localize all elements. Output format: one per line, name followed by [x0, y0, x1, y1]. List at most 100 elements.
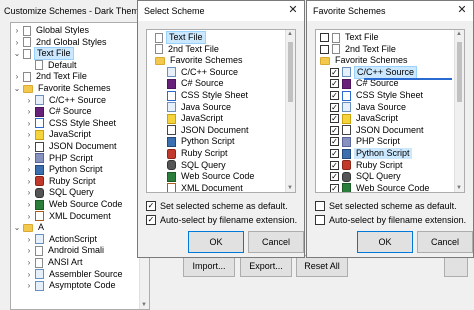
scroll-up-icon[interactable]: ▲: [456, 31, 462, 37]
list-item[interactable]: › Android Smali: [25, 245, 106, 256]
chevron-right-icon[interactable]: ›: [25, 95, 33, 106]
list-item[interactable]: › 2nd Text File: [13, 71, 89, 82]
checkbox-icon[interactable]: ✓: [330, 137, 339, 147]
list-item[interactable]: ⌄ A: [13, 222, 46, 233]
chevron-right-icon[interactable]: ›: [13, 37, 21, 48]
fav-cancel-button[interactable]: Cancel: [417, 231, 473, 253]
list-item[interactable]: XML Document: [167, 183, 245, 192]
list-item[interactable]: Favorite Schemes: [155, 55, 245, 66]
favorite-schemes-list[interactable]: Text File 2nd Text File Favorite Schemes ✓ C…: [315, 29, 465, 193]
list-item[interactable]: 2nd Text File: [320, 44, 398, 55]
reset-all-button[interactable]: Reset All: [296, 255, 348, 277]
chevron-right-icon[interactable]: ›: [25, 106, 33, 117]
checkbox-icon[interactable]: ✓: [330, 149, 339, 158]
list-item[interactable]: › Global Styles: [13, 25, 91, 36]
chevron-right-icon[interactable]: ›: [25, 257, 33, 268]
chevron-right-icon[interactable]: ›: [25, 269, 33, 280]
main-extra-button[interactable]: [444, 255, 468, 277]
select-default-checkbox[interactable]: ✓ Set selected scheme as default.: [146, 201, 288, 211]
close-icon[interactable]: ✕: [286, 3, 300, 17]
checkbox-icon[interactable]: ✓: [146, 215, 156, 225]
list-item[interactable]: › CSS Style Sheet: [25, 118, 118, 129]
import-button[interactable]: Import...: [183, 255, 235, 277]
list-item[interactable]: ✓ Web Source Code: [330, 183, 431, 192]
checkbox-icon[interactable]: ✓: [146, 201, 156, 211]
scroll-up-icon[interactable]: ▲: [287, 31, 293, 37]
chevron-down-icon[interactable]: ⌄: [13, 222, 21, 233]
list-item[interactable]: Python Script: [167, 136, 237, 147]
list-item[interactable]: ⌄ Favorite Schemes: [13, 83, 113, 94]
list-item[interactable]: › Ruby Script: [25, 176, 98, 187]
chevron-down-icon[interactable]: ⌄: [13, 48, 21, 59]
list-item[interactable]: C# Source: [167, 78, 226, 89]
list-item[interactable]: › C/C++ Source: [25, 95, 108, 106]
checkbox-icon[interactable]: ✓: [330, 102, 339, 112]
list-item[interactable]: ✓ PHP Script: [330, 136, 402, 147]
export-button[interactable]: Export...: [240, 255, 292, 277]
list-item[interactable]: › XML Document: [25, 211, 113, 222]
list-item[interactable]: Text File: [155, 31, 206, 44]
scroll-down-icon[interactable]: ▼: [141, 302, 147, 308]
list-item[interactable]: ✓ Java Source: [330, 102, 408, 113]
list-item[interactable]: SQL Query: [167, 160, 228, 171]
chevron-right-icon[interactable]: ›: [25, 118, 33, 129]
vertical-scrollbar[interactable]: ▲▼: [454, 30, 464, 192]
scrollbar-thumb[interactable]: [457, 42, 462, 102]
chevron-right-icon[interactable]: ›: [25, 187, 33, 198]
vertical-scrollbar[interactable]: ▲▼: [285, 30, 295, 192]
list-item[interactable]: › JSON Document: [25, 141, 119, 152]
chevron-down-icon[interactable]: ⌄: [13, 83, 21, 94]
fav-default-checkbox[interactable]: Set selected scheme as default.: [315, 201, 457, 211]
select-autoselect-checkbox[interactable]: ✓ Auto-select by filename extension.: [146, 215, 297, 225]
chevron-right-icon[interactable]: ›: [25, 234, 33, 245]
checkbox-icon[interactable]: [320, 44, 329, 54]
checkbox-icon[interactable]: [320, 33, 329, 42]
chevron-right-icon[interactable]: ›: [25, 211, 33, 222]
list-item[interactable]: › C# Source: [25, 106, 94, 117]
list-item[interactable]: ✓ C# Source: [330, 78, 401, 89]
select-ok-button[interactable]: OK: [188, 231, 244, 253]
list-item[interactable]: JSON Document: [167, 125, 251, 136]
list-item[interactable]: ✓ JSON Document: [330, 125, 426, 136]
list-item[interactable]: Java Source: [167, 102, 233, 113]
scroll-down-icon[interactable]: ▼: [287, 185, 293, 191]
list-item[interactable]: › PHP Script: [25, 153, 95, 164]
list-item[interactable]: ✓ SQL Query: [330, 171, 403, 182]
chevron-right-icon[interactable]: ›: [25, 176, 33, 187]
chevron-right-icon[interactable]: ›: [25, 164, 33, 175]
list-item[interactable]: C/C++ Source: [167, 67, 240, 78]
chevron-right-icon[interactable]: ›: [25, 199, 33, 210]
chevron-right-icon[interactable]: ›: [25, 245, 33, 256]
list-item[interactable]: › SQL Query: [25, 187, 96, 198]
close-icon[interactable]: ✕: [455, 3, 469, 17]
fav-autoselect-checkbox[interactable]: Auto-select by filename extension.: [315, 215, 466, 225]
checkbox-icon[interactable]: ✓: [330, 67, 339, 77]
scroll-down-icon[interactable]: ▼: [456, 185, 462, 191]
chevron-right-icon[interactable]: ›: [13, 71, 21, 82]
list-item[interactable]: › Python Script: [25, 164, 105, 175]
list-item[interactable]: Ruby Script: [167, 148, 230, 159]
list-item[interactable]: ✓ Python Script: [330, 148, 412, 159]
checkbox-icon[interactable]: ✓: [330, 91, 339, 100]
list-item[interactable]: CSS Style Sheet: [167, 90, 250, 101]
list-item[interactable]: Web Source Code: [167, 171, 256, 182]
checkbox-icon[interactable]: [315, 201, 325, 211]
checkbox-icon[interactable]: ✓: [330, 183, 339, 192]
list-item[interactable]: ✓ CSS Style Sheet: [330, 90, 425, 101]
list-item[interactable]: › Web Source Code: [25, 199, 124, 210]
chevron-right-icon[interactable]: ›: [25, 129, 33, 140]
list-item[interactable]: Text File: [320, 32, 381, 43]
scheme-tree[interactable]: › Global Styles › 2nd Global Styles ⌄ Text Fi…: [10, 22, 150, 310]
list-item[interactable]: › Asymptote Code: [25, 280, 118, 291]
list-item[interactable]: 2nd Text File: [155, 44, 221, 55]
list-item[interactable]: Default: [25, 60, 79, 71]
list-item[interactable]: › JavaScript: [25, 129, 93, 140]
checkbox-icon[interactable]: ✓: [330, 114, 339, 124]
chevron-right-icon[interactable]: ›: [13, 25, 21, 36]
list-item[interactable]: › 2nd Global Styles: [13, 37, 109, 48]
list-item[interactable]: › ActionScript: [25, 234, 99, 245]
checkbox-icon[interactable]: [315, 215, 325, 225]
chevron-right-icon[interactable]: ›: [25, 141, 33, 152]
chevron-right-icon[interactable]: ›: [25, 153, 33, 164]
checkbox-icon[interactable]: ✓: [330, 172, 339, 182]
